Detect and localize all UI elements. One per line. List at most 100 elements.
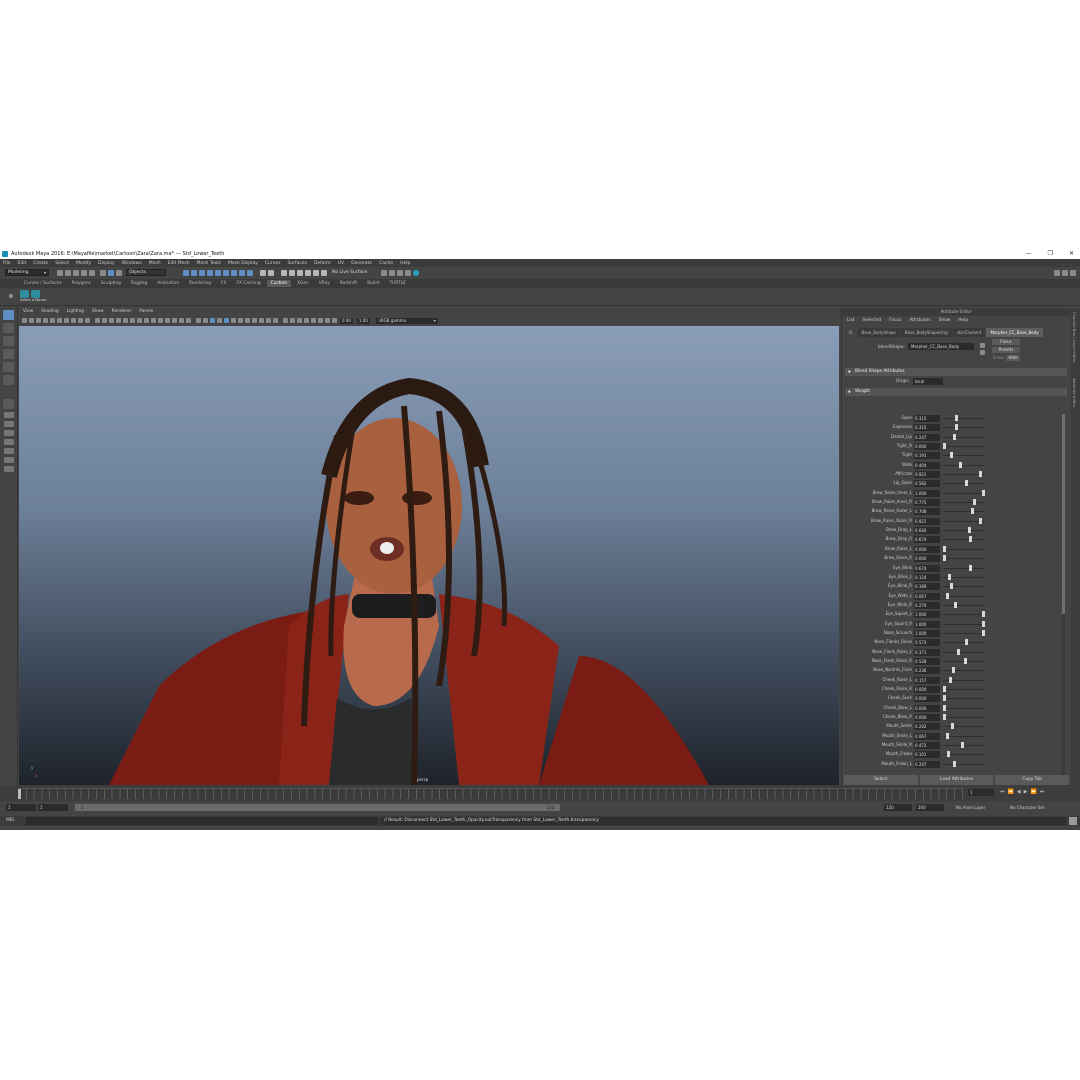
weight-slider-handle[interactable] xyxy=(952,760,956,767)
weight-slider-handle[interactable] xyxy=(955,424,959,431)
viewport-tool-5-icon[interactable] xyxy=(50,318,55,323)
viewport-tool-21-icon[interactable] xyxy=(165,318,170,323)
snap-point-icon[interactable] xyxy=(297,269,303,276)
weight-slider[interactable] xyxy=(943,517,985,524)
viewport-tool-29-icon[interactable] xyxy=(224,318,229,323)
menu-mesh[interactable]: Mesh xyxy=(149,261,161,266)
weight-slider[interactable] xyxy=(943,676,985,683)
weight-value-field[interactable]: 0.921 xyxy=(914,471,940,479)
snap-view-icon[interactable] xyxy=(305,269,311,276)
shelf-tab-rigging[interactable]: Rigging xyxy=(127,280,151,287)
weight-value-field[interactable]: 0.000 xyxy=(914,443,940,451)
weight-slider[interactable] xyxy=(943,480,985,487)
weight-slider-handle[interactable] xyxy=(949,676,953,683)
weight-value-field[interactable]: 0.247 xyxy=(914,433,940,441)
weight-slider-handle[interactable] xyxy=(969,536,973,543)
presets-button[interactable]: Presets xyxy=(992,347,1020,353)
weight-slider[interactable] xyxy=(943,555,985,562)
playback-control-4-icon[interactable]: ▶ xyxy=(1024,789,1028,795)
range-slider-bar[interactable]: 1 120 xyxy=(75,804,560,811)
highlight-icon[interactable] xyxy=(268,269,274,276)
layout-hypershade-icon[interactable] xyxy=(3,439,14,445)
select-component-icon[interactable] xyxy=(116,269,122,276)
weight-slider[interactable] xyxy=(943,620,985,627)
weight-slider-handle[interactable] xyxy=(949,583,953,590)
viewport-tool-19-icon[interactable] xyxy=(151,318,156,323)
menu-select[interactable]: Select xyxy=(55,261,69,266)
viewport-menu-shading[interactable]: Shading xyxy=(41,309,58,314)
menu-create[interactable]: Create xyxy=(33,261,48,266)
weight-section[interactable]: Weight xyxy=(845,388,1067,396)
menu-uv[interactable]: UV xyxy=(338,261,344,266)
viewport-tool-14-icon[interactable] xyxy=(116,318,121,323)
mask-icon-2[interactable] xyxy=(191,269,197,276)
viewport-tool-17-icon[interactable] xyxy=(137,318,142,323)
viewport-tool-36-icon[interactable] xyxy=(273,318,278,323)
snap-live-icon[interactable] xyxy=(321,269,327,276)
viewport-menu-renderer[interactable]: Renderer xyxy=(112,309,132,314)
lasso-tool-icon[interactable] xyxy=(3,323,14,333)
viewport-tool-28-icon[interactable] xyxy=(217,318,222,323)
weight-value-field[interactable]: 0.674 xyxy=(914,536,940,544)
playback-end-field[interactable]: 120 xyxy=(884,804,912,811)
lock-icon[interactable] xyxy=(260,269,266,276)
viewport-tool-12-icon[interactable] xyxy=(102,318,107,323)
ae-tab-base-bodyshape[interactable]: Base_BodyShape xyxy=(857,327,900,337)
shelf-tab-redshift[interactable]: Redshift xyxy=(336,280,361,287)
mask-icon-5[interactable] xyxy=(215,269,221,276)
menu-curves[interactable]: Curves xyxy=(265,261,281,266)
weight-value-field[interactable]: 0.157 xyxy=(914,676,940,684)
menu-mesh-tools[interactable]: Mesh Tools xyxy=(197,261,221,266)
load-attributes-button[interactable]: Load Attributes xyxy=(919,775,994,785)
playback-control-2-icon[interactable]: ⏪ xyxy=(1008,789,1014,795)
ae-tab-skincluster4[interactable]: skinCluster4 xyxy=(952,327,986,337)
weight-value-field[interactable]: 0.000 xyxy=(914,704,940,712)
time-slider-bar[interactable] xyxy=(18,788,963,799)
mask-icon-7[interactable] xyxy=(231,269,237,276)
menu-edit-mesh[interactable]: Edit Mesh xyxy=(168,261,190,266)
weight-slider[interactable] xyxy=(943,508,985,515)
menu-cache[interactable]: Cache xyxy=(379,261,393,266)
shelf-tab-custom[interactable]: Custom xyxy=(266,280,292,287)
weight-value-field[interactable]: 1.000 xyxy=(914,620,940,628)
weight-value-field[interactable]: 0.247 xyxy=(914,760,940,768)
mask-icon-6[interactable] xyxy=(223,269,229,276)
viewport-tool-34-icon[interactable] xyxy=(259,318,264,323)
menu-set-dropdown[interactable]: Modeling xyxy=(5,269,49,276)
weight-slider-handle[interactable] xyxy=(963,657,967,664)
copy-tab-button[interactable]: Copy Tab xyxy=(995,775,1070,785)
weight-value-field[interactable]: 1.000 xyxy=(914,489,940,497)
weight-slider[interactable] xyxy=(943,742,985,749)
menu-help[interactable]: Help xyxy=(400,261,410,266)
mask-icon-3[interactable] xyxy=(199,269,205,276)
weight-slider[interactable] xyxy=(943,433,985,440)
3d-viewport[interactable]: y x persp xyxy=(19,326,839,785)
viewport-tool-11-icon[interactable] xyxy=(95,318,100,323)
channel-box-icon[interactable] xyxy=(1062,269,1068,276)
weight-slider-handle[interactable] xyxy=(978,517,982,524)
menu-deform[interactable]: Deform xyxy=(314,261,331,266)
weight-value-field[interactable]: 0.000 xyxy=(914,685,940,693)
weight-slider[interactable] xyxy=(943,648,985,655)
shelf-button-select-mouse[interactable]: Select a Mouse xyxy=(20,290,47,304)
viewport-tool-10-icon[interactable] xyxy=(85,318,90,323)
color-management-dropdown[interactable]: sRGB gamma xyxy=(375,317,438,324)
weight-value-field[interactable]: 0.191 xyxy=(914,452,940,460)
undo-icon[interactable] xyxy=(81,269,87,276)
weight-value-field[interactable]: 0.202 xyxy=(914,723,940,731)
shelf-tab-xgen[interactable]: XGen xyxy=(293,280,313,287)
blendshape-name-field[interactable]: Morpher_CC_Base_Body xyxy=(908,343,974,350)
weight-slider-handle[interactable] xyxy=(943,443,946,450)
viewport-tool-20-icon[interactable] xyxy=(158,318,163,323)
viewport-tool-41-icon[interactable] xyxy=(311,318,316,323)
shelf-tab-animation[interactable]: Animation xyxy=(153,280,183,287)
weight-value-field[interactable]: 0.674 xyxy=(914,564,940,572)
viewport-tool-8-icon[interactable] xyxy=(71,318,76,323)
viewport-tool-13-icon[interactable] xyxy=(109,318,114,323)
maximize-button[interactable]: ❐ xyxy=(1048,250,1053,257)
script-editor-icon[interactable] xyxy=(1069,817,1077,825)
new-scene-icon[interactable] xyxy=(57,269,63,276)
channel-box-tab[interactable]: Channel Box / Layer Editor xyxy=(1072,312,1077,363)
viewport-menu-show[interactable]: Show xyxy=(92,309,104,314)
viewport-tool-35-icon[interactable] xyxy=(266,318,271,323)
